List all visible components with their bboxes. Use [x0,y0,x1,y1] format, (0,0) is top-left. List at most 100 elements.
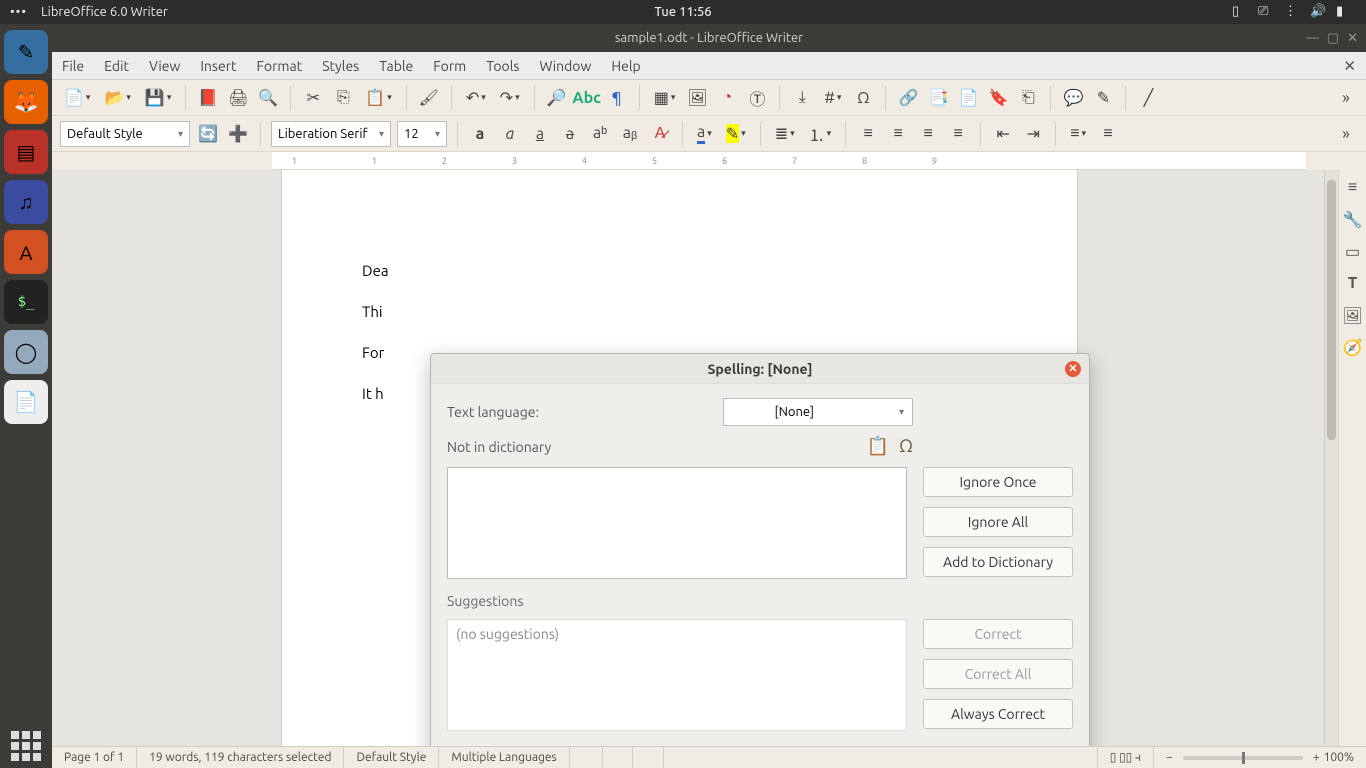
status-selection-mode[interactable] [603,747,634,768]
sidebar-gallery-icon[interactable]: 🖼 [1342,304,1364,326]
font-name-combo[interactable]: Liberation Serif ▾ [271,121,391,147]
redo-button[interactable]: ↷▾ [496,86,524,110]
battery-icon[interactable]: ▮ [1336,4,1352,20]
zoom-slider[interactable] [1183,756,1303,760]
window-minimize-icon[interactable]: — [1306,31,1319,46]
menu-help[interactable]: Help [611,58,640,74]
special-char-icon[interactable]: Ω [899,436,913,457]
system-clock[interactable]: Tue 11:56 [654,5,711,19]
bookmark-button[interactable]: 🔖 [986,86,1010,110]
track-changes-button[interactable]: ✎ [1091,86,1115,110]
update-style-button[interactable]: 🔄 [196,122,220,146]
insert-image-button[interactable]: 🖼 [685,86,709,110]
align-center-button[interactable]: ≡ [886,122,910,146]
clear-format-button[interactable]: A̷ [648,122,672,146]
not-in-dictionary-textbox[interactable] [447,467,907,579]
always-correct-button[interactable]: Always Correct [923,699,1073,729]
menu-styles[interactable]: Styles [322,58,359,74]
number-list-button[interactable]: ⒈▾ [805,122,836,146]
insert-chart-button[interactable]: ◔ [715,86,739,110]
insert-symbol-button[interactable]: Ω [851,86,875,110]
menu-format[interactable]: Format [257,58,303,74]
clone-formatting-button[interactable]: 🖌 [417,86,441,110]
document-close-icon[interactable]: ✕ [1343,57,1356,75]
launcher-terminal-icon[interactable]: $_ [4,280,48,324]
status-style[interactable]: Default Style [344,747,439,768]
footnote-button[interactable]: 📑 [926,86,950,110]
zoom-out-icon[interactable]: − [1166,751,1173,764]
status-signature[interactable] [633,747,664,768]
superscript-button[interactable]: aᵇ [588,122,612,146]
line-button[interactable]: ╱ [1136,86,1160,110]
window-close-icon[interactable]: ✕ [1347,31,1358,46]
print-preview-button[interactable]: 🔍 [256,86,280,110]
suggestions-listbox[interactable]: (no suggestions) [447,619,907,731]
launcher-music-icon[interactable]: ♫ [4,180,48,224]
menu-edit[interactable]: Edit [104,58,129,74]
sidebar-menu-icon[interactable]: ≡ [1342,176,1364,198]
status-view-layout[interactable]: ▯ ▯▯ ⫞ [1097,747,1154,768]
bold-button[interactable]: a [468,122,492,146]
endnote-button[interactable]: 📄 [956,86,980,110]
wifi-icon[interactable]: ⋮ [1284,4,1300,20]
paragraph-style-combo[interactable]: Default Style ▾ [60,121,190,147]
save-button[interactable]: 💾▾ [141,86,175,110]
italic-button[interactable]: a [498,122,522,146]
new-button[interactable]: 📄▾ [60,86,94,110]
status-language[interactable]: Multiple Languages [439,747,569,768]
font-size-combo[interactable]: 12 ▾ [397,121,447,147]
undo-button[interactable]: ↶▾ [462,86,490,110]
system-tray[interactable]: ▯ ⎚ ⋮ 🔊 ▮ [1232,4,1366,20]
network-icon[interactable]: ⎚ [1258,4,1274,20]
correct-button[interactable]: Correct [923,619,1073,649]
volume-icon[interactable]: 🔊 [1310,4,1326,20]
launcher-document-icon[interactable]: 📄 [4,380,48,424]
launcher-browser-icon[interactable]: ◯ [4,330,48,374]
add-to-dictionary-button[interactable]: Add to Dictionary [923,547,1073,577]
menu-table[interactable]: Table [379,58,413,74]
para-spacing-button[interactable]: ≡ [1096,122,1120,146]
highlight-button[interactable]: ✎▾ [722,122,750,146]
open-button[interactable]: 📂▾ [100,86,134,110]
strikethrough-button[interactable]: a [558,122,582,146]
toolbar2-overflow-icon[interactable]: » [1334,122,1358,146]
new-style-button[interactable]: ➕ [226,122,250,146]
menu-view[interactable]: View [149,58,180,74]
horizontal-ruler[interactable]: 1 1 2 3 4 5 6 7 8 9 [272,152,1306,170]
status-insert-mode[interactable] [570,747,603,768]
window-maximize-icon[interactable]: ▢ [1327,31,1339,46]
cut-button[interactable]: ✂ [301,86,325,110]
bullet-list-button[interactable]: ≣▾ [771,122,799,146]
launcher-apps-grid-icon[interactable] [4,724,48,768]
cross-ref-button[interactable]: ⎗ [1016,86,1040,110]
align-justify-button[interactable]: ≡ [946,122,970,146]
launcher-todo-icon[interactable]: ▤ [4,130,48,174]
menu-file[interactable]: File [62,58,84,74]
status-word-count[interactable]: 19 words, 119 characters selected [137,747,344,768]
ignore-once-button[interactable]: Ignore Once [923,467,1073,497]
status-zoom[interactable]: − + 100% [1154,747,1366,768]
ignore-all-button[interactable]: Ignore All [923,507,1073,537]
align-right-button[interactable]: ≡ [916,122,940,146]
zoom-value[interactable]: 100% [1324,751,1354,764]
align-left-button[interactable]: ≡ [856,122,880,146]
hyperlink-button[interactable]: 🔗 [896,86,920,110]
comment-button[interactable]: 💬 [1061,86,1085,110]
formatting-marks-button[interactable]: ¶ [605,86,629,110]
insert-textbox-button[interactable]: Ⓣ [745,86,769,110]
sidebar-styles-icon[interactable]: T [1342,272,1364,294]
subscript-button[interactable]: aᵦ [618,122,642,146]
export-pdf-button[interactable]: 📕 [196,86,220,110]
underline-button[interactable]: a [528,122,552,146]
launcher-software-icon[interactable]: A [4,230,48,274]
font-color-button[interactable]: a▾ [693,122,716,146]
sidebar-page-icon[interactable]: ▭ [1342,240,1364,262]
copy-button[interactable]: ⎘ [331,86,355,110]
vertical-scrollbar[interactable] [1324,170,1338,746]
text-language-combo[interactable]: [None] ▾ [723,398,913,426]
toolbar-overflow-icon[interactable]: » [1334,86,1358,110]
correct-all-button[interactable]: Correct All [923,659,1073,689]
increase-indent-button[interactable]: ⇥ [1021,122,1045,146]
paste-icon[interactable]: 📋 [867,436,889,457]
launcher-writer-icon[interactable]: ✎ [4,30,48,74]
